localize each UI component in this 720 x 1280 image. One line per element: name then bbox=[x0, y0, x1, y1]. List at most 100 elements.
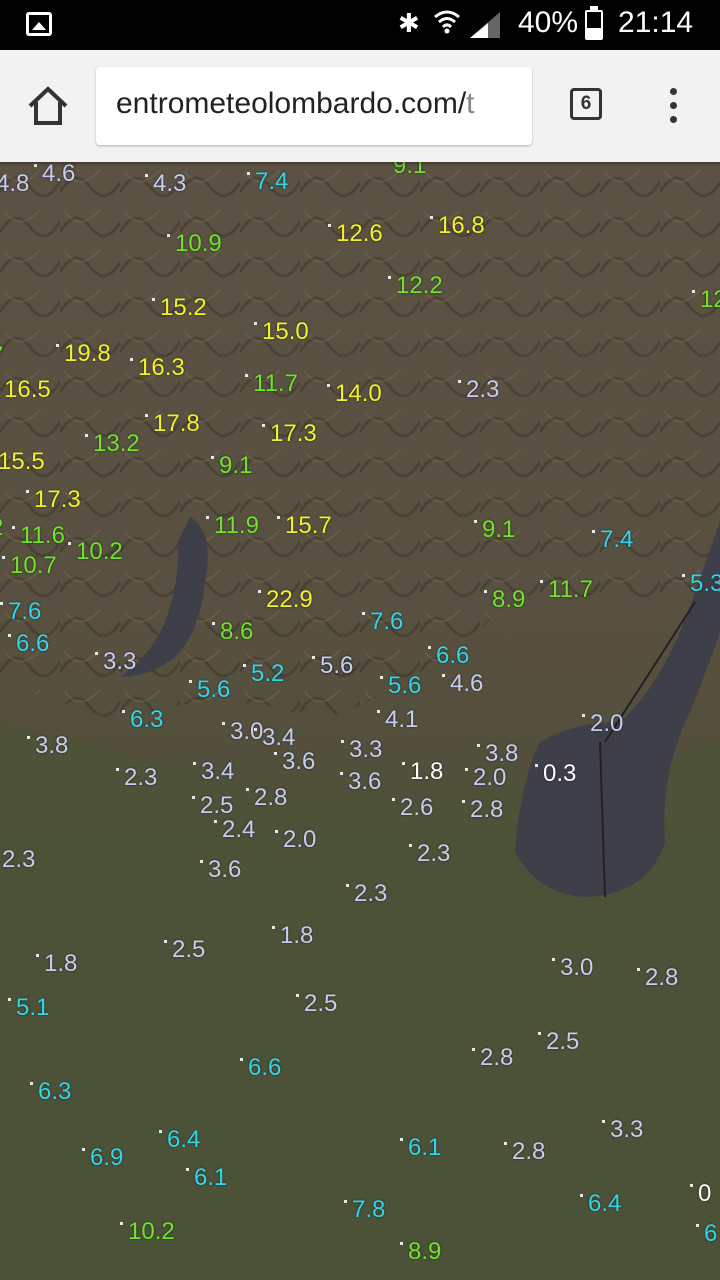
temperature-value[interactable]: 0 bbox=[698, 1182, 711, 1206]
temperature-value[interactable]: 3.3 bbox=[103, 650, 136, 674]
temperature-value[interactable]: 7.4 bbox=[600, 528, 633, 552]
temperature-value[interactable]: 6.9 bbox=[90, 1146, 123, 1170]
temperature-value[interactable]: 16.5 bbox=[4, 378, 51, 402]
temperature-value[interactable]: 5.2 bbox=[251, 662, 284, 686]
tab-switcher-button[interactable]: 6 bbox=[570, 88, 602, 120]
temperature-value[interactable]: 7.6 bbox=[8, 600, 41, 624]
temperature-value[interactable]: 2.8 bbox=[470, 798, 503, 822]
temperature-value[interactable]: 2.3 bbox=[2, 848, 35, 872]
temperature-value[interactable]: 11.6 bbox=[20, 524, 65, 548]
temperature-value[interactable]: 10.2 bbox=[128, 1220, 175, 1244]
temperature-value[interactable]: 1.8 bbox=[410, 760, 443, 784]
temperature-value[interactable]: 3.8 bbox=[485, 742, 518, 766]
temperature-value[interactable]: 12 bbox=[700, 288, 720, 312]
temperature-value[interactable]: 4.6 bbox=[42, 162, 75, 186]
temperature-value[interactable]: 4.8 bbox=[0, 172, 29, 196]
temperature-value[interactable]: 22.9 bbox=[266, 588, 313, 612]
temperature-value[interactable]: 3.6 bbox=[208, 858, 241, 882]
temperature-value[interactable]: 4.1 bbox=[385, 708, 418, 732]
temperature-value[interactable]: 6.1 bbox=[194, 1166, 227, 1190]
temperature-value[interactable]: 5.3 bbox=[690, 572, 720, 596]
temperature-value[interactable]: 15.7 bbox=[285, 514, 332, 538]
temperature-value[interactable]: 11.7 bbox=[548, 578, 593, 602]
temperature-value[interactable]: 9.1 bbox=[393, 162, 426, 178]
weather-map[interactable]: 4.8 4.6 4.3 7.4 9.1 10.9 12.6 16.8 12.2 15.2 15.0 1… bbox=[0, 162, 720, 1280]
url-bar[interactable]: entrometeolombardo.com/t bbox=[96, 67, 532, 145]
temperature-value[interactable]: 2.3 bbox=[417, 842, 450, 866]
temperature-value[interactable]: 5.1 bbox=[16, 996, 49, 1020]
temperature-value[interactable]: 4.3 bbox=[153, 172, 186, 196]
temperature-value[interactable]: 8.9 bbox=[408, 1240, 441, 1264]
temperature-value[interactable]: 14.0 bbox=[335, 382, 382, 406]
temperature-value[interactable]: 2.8 bbox=[645, 966, 678, 990]
temperature-value[interactable]: 7.6 bbox=[370, 610, 403, 634]
temperature-value[interactable]: 9.1 bbox=[219, 454, 252, 478]
temperature-value[interactable]: 10.9 bbox=[175, 232, 222, 256]
temperature-value[interactable]: 3.8 bbox=[35, 734, 68, 758]
temperature-value[interactable]: 2.8 bbox=[254, 786, 287, 810]
temperature-value[interactable]: 3.4 bbox=[201, 760, 234, 784]
temperature-value[interactable]: 11.7 bbox=[253, 372, 298, 396]
temperature-value[interactable]: 6 bbox=[704, 1222, 717, 1246]
temperature-value[interactable]: 17.3 bbox=[34, 488, 81, 512]
temperature-value[interactable]: 3.0 bbox=[560, 956, 593, 980]
temperature-value[interactable]: 2.3 bbox=[466, 378, 499, 402]
temperature-value[interactable]: 6.4 bbox=[588, 1192, 621, 1216]
temperature-value[interactable]: 2.4 bbox=[222, 818, 255, 842]
temperature-value[interactable]: 3.6 bbox=[282, 750, 315, 774]
temperature-value[interactable]: 12.6 bbox=[336, 222, 383, 246]
temperature-value[interactable]: 10.2 bbox=[76, 540, 123, 564]
temperature-value[interactable]: 2.3 bbox=[354, 882, 387, 906]
temperature-value[interactable]: 5.6 bbox=[388, 674, 421, 698]
temperature-value[interactable]: 11.9 bbox=[214, 514, 259, 538]
temperature-value[interactable]: 2 bbox=[0, 516, 3, 540]
temperature-value[interactable]: 1.8 bbox=[280, 924, 313, 948]
temperature-value[interactable]: 2.0 bbox=[283, 828, 316, 852]
temperature-value[interactable]: 3.4 bbox=[262, 726, 295, 750]
home-icon[interactable] bbox=[26, 84, 70, 128]
temperature-value[interactable]: 3.3 bbox=[610, 1118, 643, 1142]
temperature-value[interactable]: 16.3 bbox=[138, 356, 185, 380]
overflow-menu-icon[interactable] bbox=[660, 88, 688, 124]
temperature-value[interactable]: 2.5 bbox=[546, 1030, 579, 1054]
temperature-value[interactable]: 7.4 bbox=[255, 170, 288, 194]
temperature-value[interactable]: 2.0 bbox=[590, 712, 623, 736]
temperature-value[interactable]: 7 bbox=[0, 344, 3, 368]
temperature-value[interactable]: 6.6 bbox=[248, 1056, 281, 1080]
temperature-value[interactable]: 3.3 bbox=[349, 738, 382, 762]
temperature-value[interactable]: 15.5 bbox=[0, 450, 45, 474]
temperature-value[interactable]: 2.8 bbox=[480, 1046, 513, 1070]
temperature-value[interactable]: 5.6 bbox=[197, 678, 230, 702]
temperature-value[interactable]: 2.6 bbox=[400, 796, 433, 820]
temperature-value[interactable]: 7.8 bbox=[352, 1198, 385, 1222]
temperature-value[interactable]: 6.6 bbox=[436, 644, 469, 668]
temperature-value[interactable]: 6.1 bbox=[408, 1136, 441, 1160]
temperature-value[interactable]: 6.4 bbox=[167, 1128, 200, 1152]
temperature-value[interactable]: 2.5 bbox=[200, 794, 233, 818]
temperature-value[interactable]: 19.8 bbox=[64, 342, 111, 366]
temperature-value[interactable]: 6.3 bbox=[38, 1080, 71, 1104]
temperature-value[interactable]: 2.5 bbox=[172, 938, 205, 962]
temperature-value[interactable]: 1.8 bbox=[44, 952, 77, 976]
temperature-value[interactable]: 10.7 bbox=[10, 554, 57, 578]
temperature-value[interactable]: 3.6 bbox=[348, 770, 381, 794]
temperature-value[interactable]: 12.2 bbox=[396, 274, 443, 298]
temperature-value[interactable]: 15.2 bbox=[160, 296, 207, 320]
temperature-value[interactable]: 2.5 bbox=[304, 992, 337, 1016]
temperature-value[interactable]: 17.8 bbox=[153, 412, 200, 436]
temperature-value[interactable]: 0.3 bbox=[543, 762, 576, 786]
temperature-value[interactable]: 4.6 bbox=[450, 672, 483, 696]
temperature-value[interactable]: 16.8 bbox=[438, 214, 485, 238]
temperature-value[interactable]: 13.2 bbox=[93, 432, 140, 456]
temperature-value[interactable]: 2.3 bbox=[124, 766, 157, 790]
temperature-value[interactable]: 6.3 bbox=[130, 708, 163, 732]
temperature-value[interactable]: 2.0 bbox=[473, 766, 506, 790]
temperature-value[interactable]: 6.6 bbox=[16, 632, 49, 656]
temperature-value[interactable]: 5.6 bbox=[320, 654, 353, 678]
temperature-value[interactable]: 2.8 bbox=[512, 1140, 545, 1164]
temperature-value[interactable]: 9.1 bbox=[482, 518, 515, 542]
temperature-value[interactable]: 3.0 bbox=[230, 720, 263, 744]
temperature-value[interactable]: 8.9 bbox=[492, 588, 525, 612]
temperature-value[interactable]: 17.3 bbox=[270, 422, 317, 446]
temperature-value[interactable]: 15.0 bbox=[262, 320, 309, 344]
